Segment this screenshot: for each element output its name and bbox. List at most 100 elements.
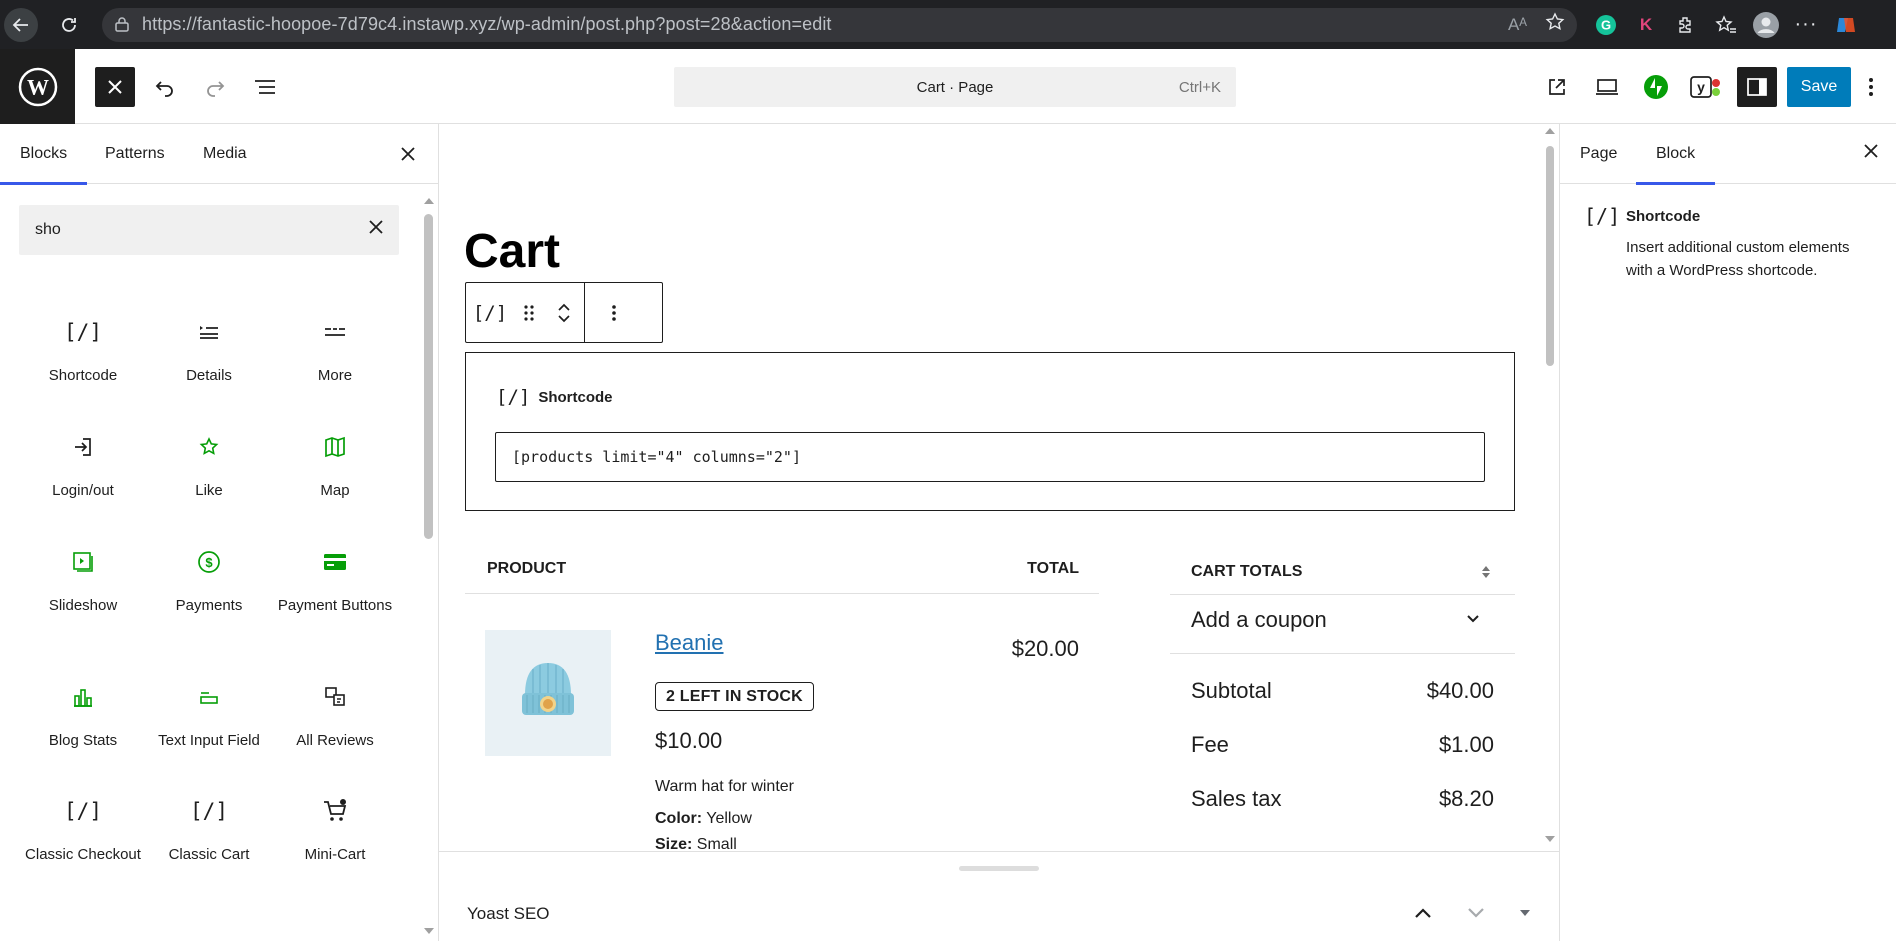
move-block-buttons[interactable]	[544, 283, 584, 342]
block-all-reviews[interactable]: All Reviews	[272, 677, 398, 751]
slideshow-icon	[20, 542, 146, 582]
tab-patterns[interactable]: Patterns	[105, 124, 165, 184]
totals-row-fee: Fee $1.00	[1170, 718, 1515, 772]
unit-price: $10.00	[655, 728, 723, 753]
k-extension-icon[interactable]: K	[1633, 12, 1659, 38]
scroll-down-icon	[1545, 836, 1555, 842]
line-total: $20.00	[1011, 636, 1079, 661]
color-value: Yellow	[706, 810, 752, 827]
add-coupon-toggle[interactable]: Add a coupon	[1170, 594, 1515, 654]
block-like[interactable]: Like	[146, 427, 272, 501]
shortcode-icon: [/]	[64, 320, 102, 344]
wordpress-logo-icon[interactable]: W	[0, 49, 75, 124]
grammarly-extension-icon[interactable]: G	[1593, 12, 1619, 38]
editor-canvas[interactable]: Cart [/] [/] Shortcode [products limit="…	[439, 124, 1559, 851]
sort-icon[interactable]	[1481, 564, 1491, 580]
view-page-button[interactable]	[1537, 67, 1577, 107]
save-button[interactable]: Save	[1787, 67, 1851, 107]
block-slideshow[interactable]: Slideshow	[20, 542, 146, 616]
block-classic-cart[interactable]: [/] Classic Cart	[146, 791, 272, 865]
tab-page[interactable]: Page	[1580, 124, 1617, 184]
inserter-scrollbar[interactable]	[422, 196, 436, 936]
profile-avatar[interactable]	[1753, 11, 1779, 38]
address-bar[interactable]: https://fantastic-hoopoe-7d79c4.instawp.…	[102, 7, 1577, 42]
jetpack-button[interactable]	[1636, 67, 1676, 107]
page-title[interactable]: Cart	[464, 224, 560, 279]
move-up-button[interactable]	[1412, 902, 1434, 924]
block-search-input[interactable]: sho	[19, 205, 399, 255]
shortcode-block[interactable]: [/] Shortcode [products limit="4" column…	[465, 352, 1515, 511]
yoast-seo-title[interactable]: Yoast SEO	[467, 904, 550, 924]
tab-block[interactable]: Block	[1635, 124, 1716, 185]
size-value: Small	[696, 836, 737, 851]
favorite-star-icon[interactable]	[1545, 12, 1565, 37]
canvas-scrollbar[interactable]	[1543, 128, 1557, 844]
block-payments[interactable]: $ Payments	[146, 542, 272, 616]
block-mini-cart[interactable]: Mini-Cart	[272, 791, 398, 865]
settings-toggle-button[interactable]	[1737, 67, 1777, 107]
meta-boxes-resize-handle[interactable]	[959, 866, 1039, 871]
yoast-button[interactable]: y	[1686, 67, 1726, 107]
toggle-panel-button[interactable]	[1514, 902, 1536, 924]
options-button[interactable]	[1859, 67, 1883, 107]
favorites-icon[interactable]	[1713, 12, 1739, 38]
read-aloud-icon[interactable]: Aᴬ	[1508, 15, 1527, 35]
svg-text:G: G	[1601, 17, 1611, 32]
yoast-icon: y	[1690, 76, 1720, 98]
back-button[interactable]	[4, 7, 38, 42]
block-type-button[interactable]: [/]	[466, 283, 514, 342]
move-down-button[interactable]	[1465, 902, 1487, 924]
block-label: Map	[320, 482, 350, 499]
block-inserter-panel: Blocks Patterns Media sho [/] Shortcode …	[0, 124, 439, 941]
undo-button[interactable]	[145, 67, 185, 107]
block-payment-buttons[interactable]: Payment Buttons	[272, 542, 398, 616]
block-options-button[interactable]	[585, 283, 643, 342]
product-name-link[interactable]: Beanie	[655, 630, 724, 656]
totals-row-value: $1.00	[1438, 732, 1494, 757]
text-input-icon	[146, 677, 272, 717]
block-login-out[interactable]: Login/out	[20, 427, 146, 501]
block-more[interactable]: More	[272, 312, 398, 386]
more-vertical-icon	[1869, 78, 1873, 96]
arrow-left-icon	[12, 17, 28, 32]
desktop-icon	[1596, 79, 1618, 95]
color-label: Color:	[655, 810, 703, 827]
block-details[interactable]: Details	[146, 312, 272, 386]
shortcode-textarea[interactable]: [products limit="4" columns="2"]	[495, 432, 1485, 482]
redo-button[interactable]	[195, 67, 235, 107]
command-bar-title: Cart · Page	[916, 78, 994, 96]
block-label: Classic Checkout	[25, 846, 141, 863]
scrollbar-thumb[interactable]	[1546, 146, 1554, 366]
extensions-icon[interactable]	[1673, 12, 1699, 38]
block-shortcode[interactable]: [/] Shortcode	[20, 312, 146, 386]
tab-blocks[interactable]: Blocks	[0, 124, 88, 185]
close-inserter-panel-button[interactable]	[398, 144, 418, 164]
clear-search-button[interactable]	[369, 220, 383, 239]
block-text-input-field[interactable]: Text Input Field	[146, 677, 272, 751]
scrollbar-thumb[interactable]	[424, 214, 433, 539]
cart-table-header: PRODUCT TOTAL	[465, 544, 1099, 594]
totals-row-label: Sales tax	[1191, 786, 1282, 811]
block-map[interactable]: Map	[272, 427, 398, 501]
block-blog-stats[interactable]: Blog Stats	[20, 677, 146, 751]
shortcode-icon: [/]	[64, 799, 102, 823]
product-image[interactable]	[485, 630, 611, 756]
tab-media[interactable]: Media	[203, 124, 247, 184]
block-label: Payment Buttons	[277, 597, 393, 614]
redo-icon	[207, 81, 225, 97]
document-overview-button[interactable]	[245, 67, 285, 107]
reload-button[interactable]	[52, 8, 86, 42]
command-palette-button[interactable]: Cart · Page Ctrl+K	[674, 67, 1236, 107]
close-icon[interactable]	[1864, 144, 1878, 158]
block-classic-checkout[interactable]: [/] Classic Checkout	[20, 791, 146, 865]
block-card-title: Shortcode	[1626, 208, 1701, 225]
site-info-icon[interactable]	[114, 16, 130, 33]
close-inserter-button[interactable]	[95, 67, 135, 107]
device-preview-button[interactable]	[1587, 67, 1627, 107]
drag-handle[interactable]	[514, 283, 544, 342]
column-product: PRODUCT	[487, 560, 567, 577]
svg-text:$: $	[205, 555, 213, 570]
more-options-icon[interactable]: ···	[1793, 12, 1819, 38]
command-bar-shortcut: Ctrl+K	[1178, 78, 1221, 96]
copilot-icon[interactable]	[1833, 12, 1859, 38]
